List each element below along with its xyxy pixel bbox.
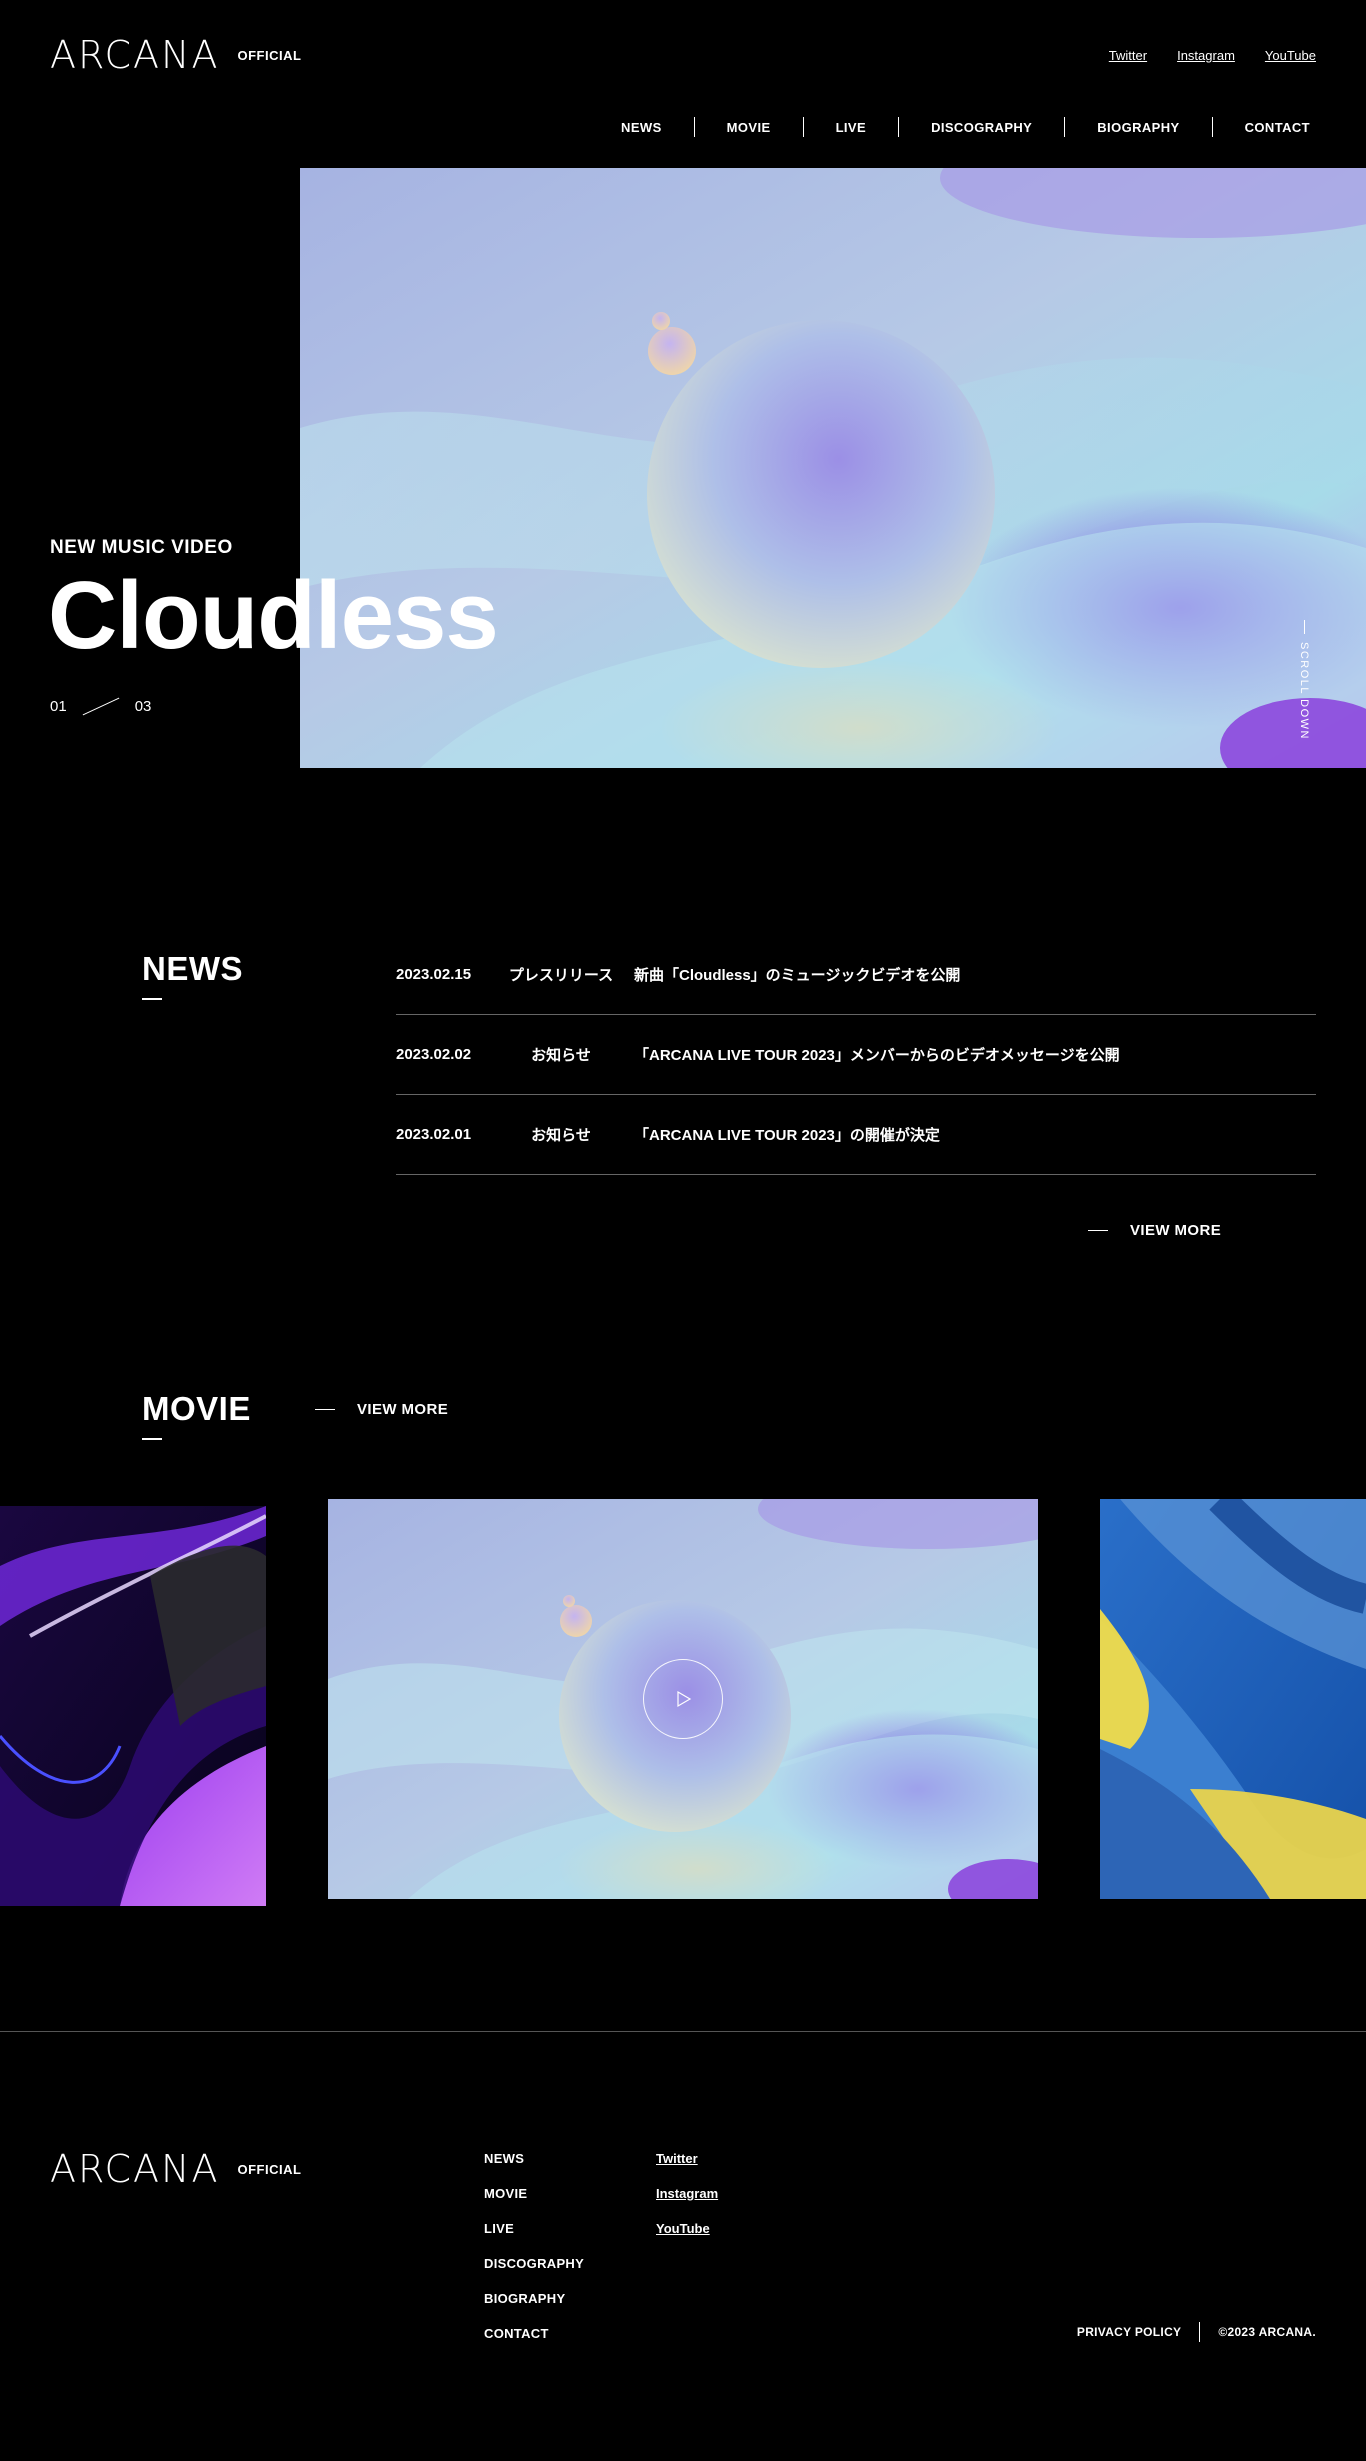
pager-total: 03 bbox=[134, 698, 152, 715]
header-social-links: Twitter Instagram YouTube bbox=[1109, 48, 1316, 63]
nav-biography[interactable]: BIOGRAPHY bbox=[1065, 120, 1211, 135]
movie-card-next[interactable] bbox=[1100, 1499, 1366, 1899]
scroll-label: SCROLL DOWN bbox=[1298, 642, 1310, 740]
youtube-link[interactable]: YouTube bbox=[1265, 48, 1316, 63]
hero-eyebrow: NEW MUSIC VIDEO bbox=[50, 537, 233, 558]
news-date: 2023.02.15 bbox=[396, 966, 472, 983]
pager-current: 01 bbox=[50, 698, 67, 715]
news-item[interactable]: 2023.02.15 プレスリリース 新曲「Cloudless」のミュージックビ… bbox=[396, 935, 1316, 1015]
footer-logo[interactable]: ARCANA OFFICIAL bbox=[50, 2150, 301, 2188]
news-category: プレスリリース bbox=[508, 967, 614, 984]
movie-thumbnail-violet bbox=[0, 1506, 266, 1906]
footer-divider bbox=[0, 2031, 1366, 2032]
footer-nav-biography[interactable]: BIOGRAPHY bbox=[484, 2290, 584, 2308]
footer-nav-discography[interactable]: DISCOGRAPHY bbox=[484, 2255, 584, 2273]
news-title: 新曲「Cloudless」のミュージックビデオを公開 bbox=[634, 967, 961, 984]
news-title: 「ARCANA LIVE TOUR 2023」の開催が決定 bbox=[634, 1127, 940, 1144]
play-button[interactable] bbox=[643, 1659, 723, 1739]
copyright: ©2023 ARCANA. bbox=[1218, 2325, 1316, 2339]
footer-nav-live[interactable]: LIVE bbox=[484, 2220, 584, 2238]
play-icon bbox=[677, 1690, 692, 1708]
instagram-link[interactable]: Instagram bbox=[1177, 48, 1235, 63]
movie-heading: MOVIE bbox=[142, 1390, 251, 1440]
footer-twitter-link[interactable]: Twitter bbox=[656, 2150, 718, 2168]
scroll-down-indicator[interactable]: SCROLL DOWN bbox=[1298, 620, 1310, 740]
global-nav: NEWS MOVIE LIVE DISCOGRAPHY BIOGRAPHY CO… bbox=[589, 117, 1310, 137]
footer-bottom: PRIVACY POLICY ©2023 ARCANA. bbox=[1077, 2322, 1316, 2342]
news-date: 2023.02.01 bbox=[396, 1126, 472, 1143]
nav-contact[interactable]: CONTACT bbox=[1213, 120, 1310, 135]
movie-card-featured[interactable] bbox=[328, 1499, 1038, 1899]
site-logo[interactable]: ARCANA OFFICIAL bbox=[50, 36, 301, 74]
scroll-line bbox=[1303, 620, 1305, 634]
footer-social-links: Twitter Instagram YouTube bbox=[656, 2150, 718, 2238]
nav-news[interactable]: NEWS bbox=[589, 120, 694, 135]
logo-wordmark: ARCANA bbox=[50, 2147, 220, 2191]
footer-youtube-link[interactable]: YouTube bbox=[656, 2220, 718, 2238]
footer-instagram-link[interactable]: Instagram bbox=[656, 2185, 718, 2203]
movie-card-prev[interactable] bbox=[0, 1506, 266, 1906]
footer-nav: NEWS MOVIE LIVE DISCOGRAPHY BIOGRAPHY CO… bbox=[484, 2150, 584, 2343]
twitter-link[interactable]: Twitter bbox=[1109, 48, 1147, 63]
hero-pager: 01 03 bbox=[50, 697, 152, 716]
logo-tag: OFFICIAL bbox=[237, 2161, 302, 2177]
footer-nav-movie[interactable]: MOVIE bbox=[484, 2185, 584, 2203]
view-more-dash bbox=[1088, 1230, 1108, 1231]
hero-title[interactable]: Cloudless bbox=[48, 558, 499, 673]
movie-thumbnail-blue bbox=[1100, 1499, 1366, 1899]
view-more-dash bbox=[315, 1409, 335, 1410]
news-item[interactable]: 2023.02.02 お知らせ 「ARCANA LIVE TOUR 2023」メ… bbox=[396, 1015, 1316, 1095]
view-more-label: VIEW MORE bbox=[357, 1401, 449, 1418]
footer-nav-news[interactable]: NEWS bbox=[484, 2150, 584, 2168]
news-view-more-link[interactable]: VIEW MORE bbox=[1088, 1222, 1221, 1239]
pager-slash bbox=[82, 697, 120, 716]
logo-wordmark: ARCANA bbox=[50, 33, 220, 77]
logo-tag: OFFICIAL bbox=[237, 47, 302, 63]
nav-movie[interactable]: MOVIE bbox=[695, 120, 803, 135]
news-category: お知らせ bbox=[531, 1047, 591, 1064]
view-more-label: VIEW MORE bbox=[1130, 1222, 1222, 1239]
hero-abstract-image bbox=[300, 168, 1366, 768]
nav-live[interactable]: LIVE bbox=[804, 120, 899, 135]
footer-separator bbox=[1199, 2322, 1201, 2342]
privacy-policy-link[interactable]: PRIVACY POLICY bbox=[1077, 2325, 1181, 2339]
news-date: 2023.02.02 bbox=[396, 1046, 472, 1063]
footer-nav-contact[interactable]: CONTACT bbox=[484, 2325, 584, 2343]
movie-view-more-link[interactable]: VIEW MORE bbox=[315, 1401, 448, 1418]
news-title: 「ARCANA LIVE TOUR 2023」メンバーからのビデオメッセージを公… bbox=[634, 1047, 1120, 1064]
hero-visual[interactable] bbox=[300, 168, 1366, 768]
news-category: お知らせ bbox=[531, 1127, 591, 1144]
nav-discography[interactable]: DISCOGRAPHY bbox=[899, 120, 1064, 135]
news-heading: NEWS bbox=[142, 950, 243, 1000]
news-item[interactable]: 2023.02.01 お知らせ 「ARCANA LIVE TOUR 2023」の… bbox=[396, 1095, 1316, 1175]
news-list: 2023.02.15 プレスリリース 新曲「Cloudless」のミュージックビ… bbox=[396, 935, 1316, 1175]
